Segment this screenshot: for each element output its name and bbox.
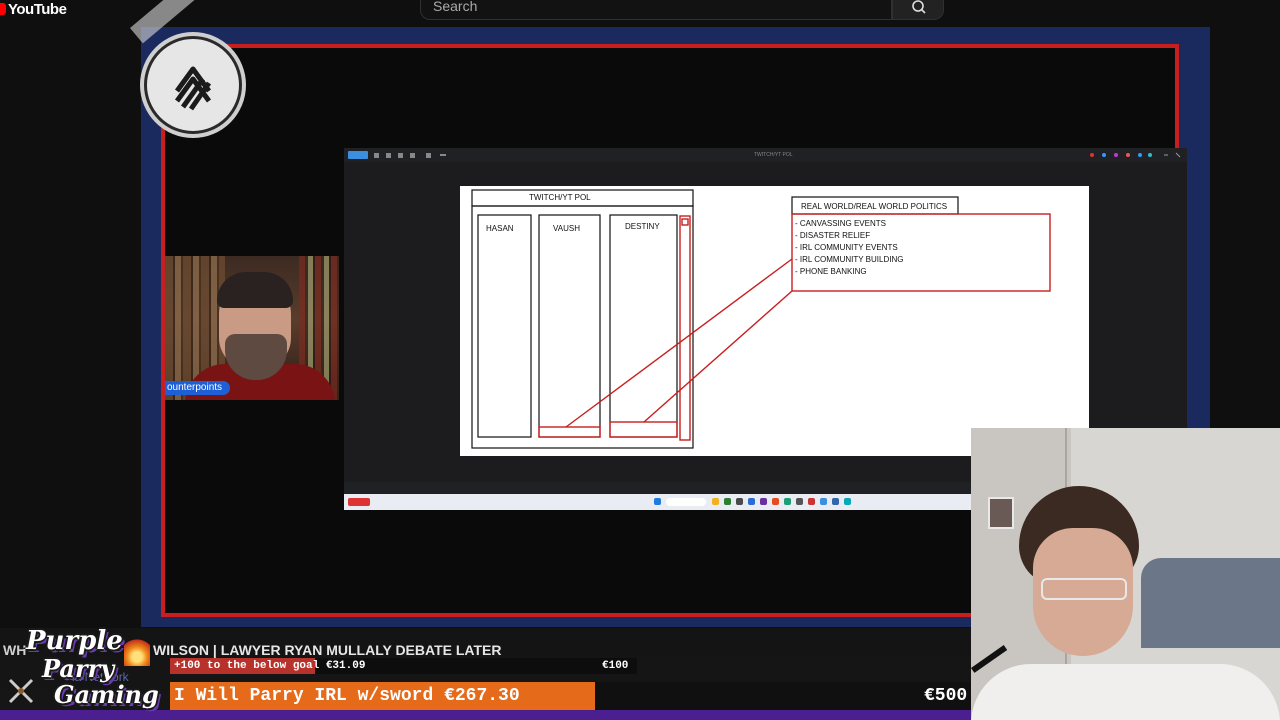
left-group-title: TWITCH/YT POL — [529, 193, 591, 202]
taskbar-app5-icon[interactable] — [760, 498, 767, 505]
brand-line-3: Gaming — [54, 680, 159, 709]
goal-big-target: €500 — [924, 686, 968, 706]
webcam-name-label: ounterpoints — [165, 381, 231, 395]
search-placeholder: Search — [433, 0, 478, 14]
webcam-left: ounterpoints — [165, 256, 339, 400]
taskbar-app11-icon[interactable] — [832, 498, 839, 505]
toolbar-icons — [348, 151, 446, 159]
column-label-destiny: DESTINY — [625, 222, 660, 231]
right-item: - IRL COMMUNITY BUILDING — [795, 255, 904, 264]
taskbar-app3-icon[interactable] — [736, 498, 743, 505]
streamer-shirt — [971, 664, 1280, 720]
window-titlebar: TWITCH/YT POL — [344, 148, 1187, 162]
taskbar-app8-icon[interactable] — [796, 498, 803, 505]
taskbar-app6-icon[interactable] — [772, 498, 779, 505]
goal-bar-small: +100 to the below goal €31.09 €100 — [170, 658, 637, 674]
vaush-highlight — [538, 426, 601, 438]
youtube-logo[interactable]: YouTube — [0, 0, 67, 18]
taskbar-app-icon[interactable] — [348, 498, 370, 506]
column-box-destiny — [609, 214, 678, 438]
destiny-highlight — [609, 421, 678, 438]
search-button[interactable] — [892, 0, 944, 20]
right-title: REAL WORLD/REAL WORLD POLITICS — [801, 202, 948, 211]
window-title: TWITCH/YT POL — [754, 152, 793, 158]
column-box-hasan — [477, 214, 532, 438]
whiteboard: TWITCH/YT POL HASAN VAUSH DESTINY REAL W… — [460, 186, 1089, 456]
left-group-box — [471, 205, 694, 449]
streamer-hair — [217, 272, 293, 308]
purple-parry-gaming-logo: Purple Parry Gaming — [2, 624, 168, 720]
column-label-hasan: HASAN — [486, 224, 514, 233]
goal-bar-big: I Will Parry IRL w/sword €267.30 €500 — [170, 682, 972, 710]
brand-line-2: Parry — [42, 654, 115, 683]
taskbar-app12-icon[interactable] — [844, 498, 851, 505]
youtube-header: YouTube Search — [0, 0, 1280, 26]
connector-line-2 — [643, 290, 793, 423]
column-label-vaush: VAUSH — [553, 224, 580, 233]
scroll-indicator — [679, 215, 691, 441]
glasses — [1041, 578, 1127, 600]
taskbar-app9-icon[interactable] — [808, 498, 815, 505]
windows-start-icon[interactable] — [654, 498, 661, 505]
right-item: - CANVASSING EVENTS — [795, 219, 886, 228]
goal-big-text: I Will Parry IRL w/sword €267.30 — [174, 686, 520, 706]
youtube-logo-icon — [0, 3, 6, 15]
swords-icon — [8, 678, 34, 704]
taskbar-app7-icon[interactable] — [784, 498, 791, 505]
taskbar-app4-icon[interactable] — [748, 498, 755, 505]
taskbar-app10-icon[interactable] — [820, 498, 827, 505]
taskbar-app2-icon[interactable] — [724, 498, 731, 505]
search-input[interactable]: Search — [420, 0, 892, 20]
goal-small-text: +100 to the below goal €31.09 — [174, 660, 366, 672]
webcam-right — [971, 428, 1280, 720]
right-item: - PHONE BANKING — [795, 267, 867, 276]
taskbar-search[interactable] — [666, 498, 706, 506]
scroll-thumb — [681, 218, 689, 226]
channel-logo-icon — [144, 36, 242, 134]
column-box-vaush — [538, 214, 601, 438]
ticker-text: WILSON | LAWYER RYAN MULLALY DEBATE LATE… — [153, 642, 502, 658]
brand-line-1: Purple — [26, 626, 123, 656]
flame-icon — [124, 636, 150, 666]
bed — [1141, 558, 1280, 648]
search-icon — [912, 0, 926, 14]
youtube-logo-text: YouTube — [8, 0, 67, 18]
right-item: - DISASTER RELIEF — [795, 231, 871, 240]
taskbar-folder-icon[interactable] — [712, 498, 719, 505]
wall-poster — [988, 497, 1014, 529]
goal-small-target: €100 — [602, 660, 629, 672]
right-item: - IRL COMMUNITY EVENTS — [795, 243, 898, 252]
window-controls — [1090, 152, 1181, 158]
